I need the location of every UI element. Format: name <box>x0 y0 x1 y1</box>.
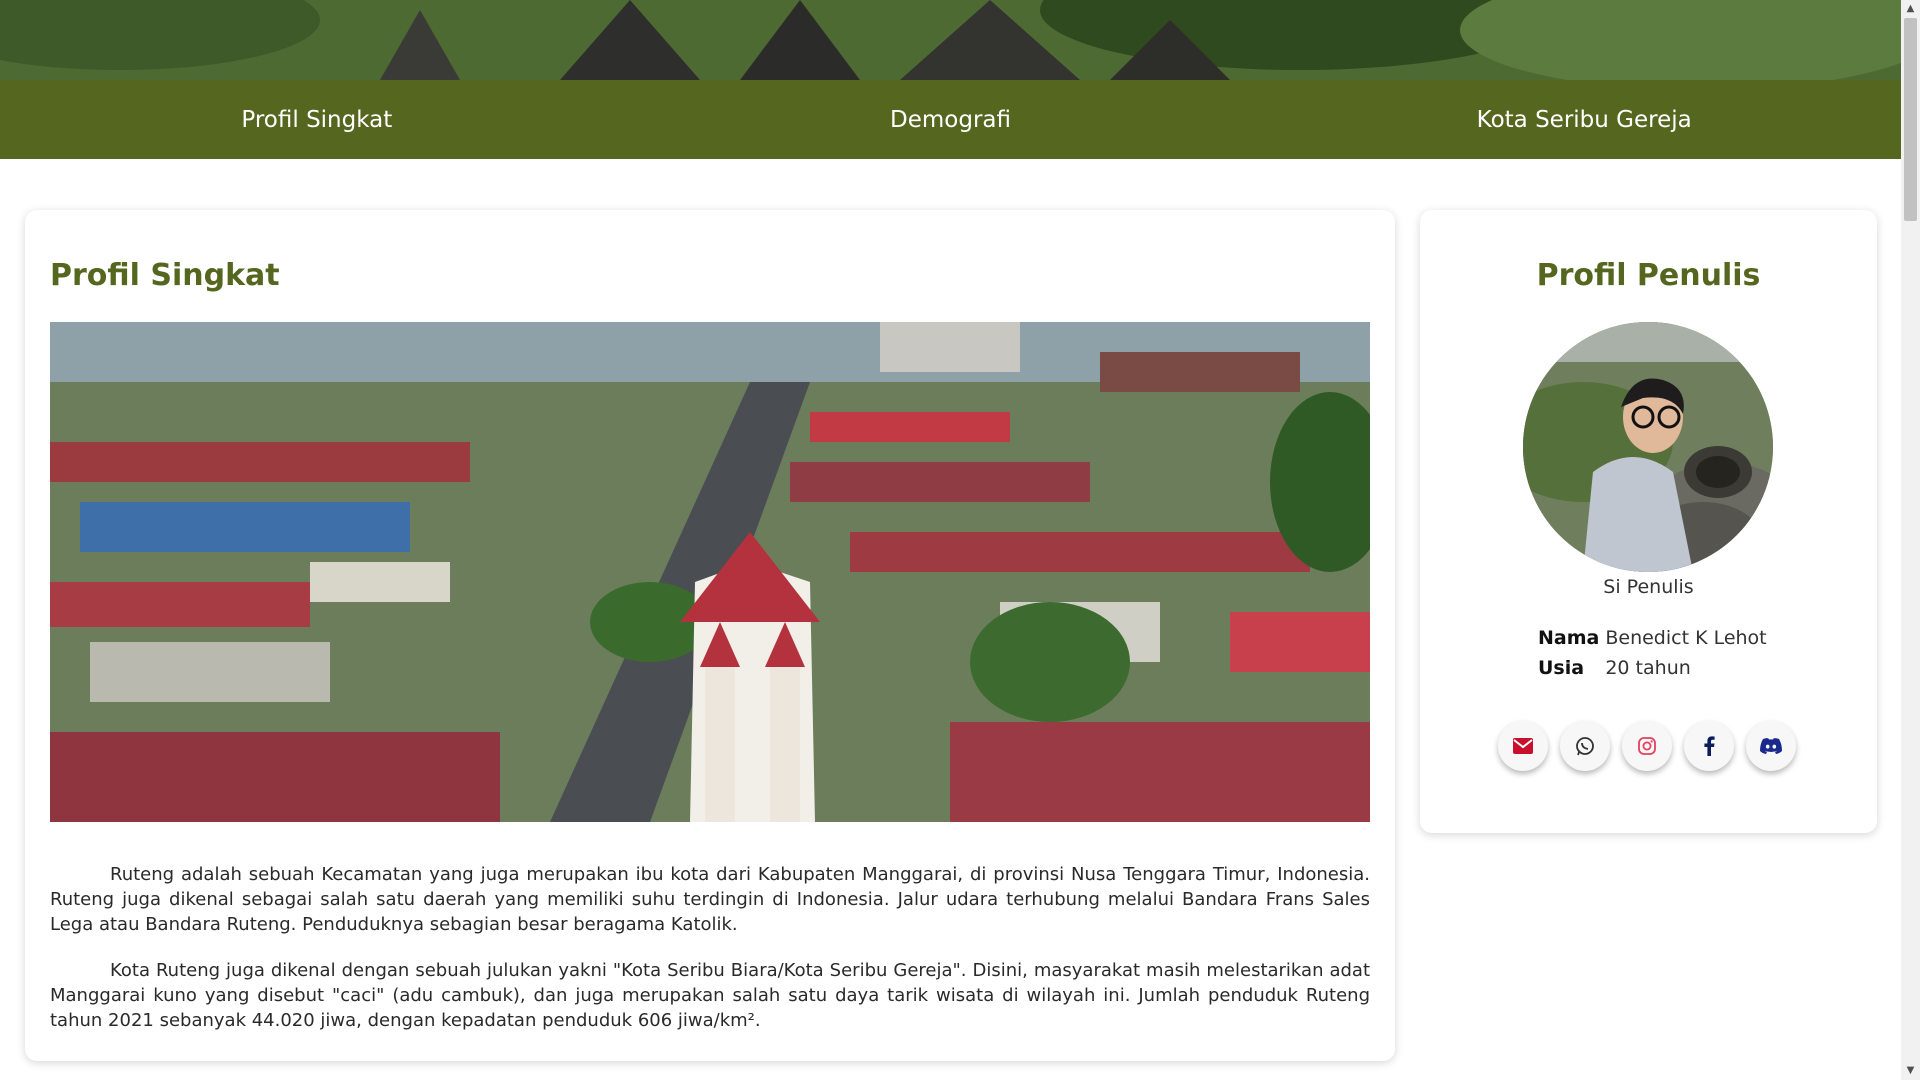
nav-item-profil-singkat[interactable]: Profil Singkat <box>0 107 634 133</box>
main-section-title: Profil Singkat <box>50 258 280 293</box>
whatsapp-icon <box>1576 737 1594 756</box>
page-scrollbar[interactable]: ▲ ▼ <box>1901 0 1920 1080</box>
info-row-nama: Nama Benedict K Lehot <box>1538 623 1771 653</box>
facebook-icon <box>1704 736 1715 756</box>
instagram-button[interactable] <box>1622 721 1672 771</box>
info-row-usia: Usia 20 tahun <box>1538 653 1771 683</box>
social-links <box>1498 721 1796 771</box>
avatar-caption: Si Penulis <box>1603 576 1694 598</box>
email-icon <box>1513 738 1533 754</box>
discord-icon <box>1760 738 1782 754</box>
author-avatar <box>1523 322 1773 572</box>
hero-landscape-image <box>0 0 1901 80</box>
info-key: Usia <box>1538 657 1585 679</box>
intro-paragraph: Ruteng adalah sebuah Kecamatan yang juga… <box>50 864 1370 935</box>
info-value: 20 tahun <box>1605 657 1691 679</box>
whatsapp-button[interactable] <box>1560 721 1610 771</box>
main-content-card: Profil Singkat Ruteng adalah sebuah Keca… <box>25 210 1395 1061</box>
main-navbar: Profil Singkat Demografi Kota Seribu Ger… <box>0 80 1901 159</box>
facebook-button[interactable] <box>1684 721 1734 771</box>
scroll-up-arrow-icon[interactable]: ▲ <box>1901 0 1920 18</box>
nickname-paragraph: Kota Ruteng juga dikenal dengan sebuah j… <box>50 960 1370 1031</box>
scroll-down-arrow-icon[interactable]: ▼ <box>1901 1062 1920 1080</box>
nav-item-kota-seribu-gereja[interactable]: Kota Seribu Gereja <box>1267 107 1901 133</box>
discord-button[interactable] <box>1746 721 1796 771</box>
info-key: Nama <box>1538 627 1600 649</box>
instagram-icon <box>1638 737 1656 755</box>
email-button[interactable] <box>1498 721 1548 771</box>
info-value: Benedict K Lehot <box>1605 627 1767 649</box>
hero-banner <box>0 0 1901 80</box>
sidebar-title: Profil Penulis <box>1536 258 1761 293</box>
nav-item-demografi[interactable]: Demografi <box>634 107 1268 133</box>
author-info-table: Nama Benedict K Lehot Usia 20 tahun <box>1538 623 1771 683</box>
scrollbar-thumb[interactable] <box>1904 18 1917 221</box>
author-profile-card: Profil Penulis Si Penulis Nama Benedict … <box>1420 210 1877 833</box>
city-aerial-image <box>50 322 1370 822</box>
